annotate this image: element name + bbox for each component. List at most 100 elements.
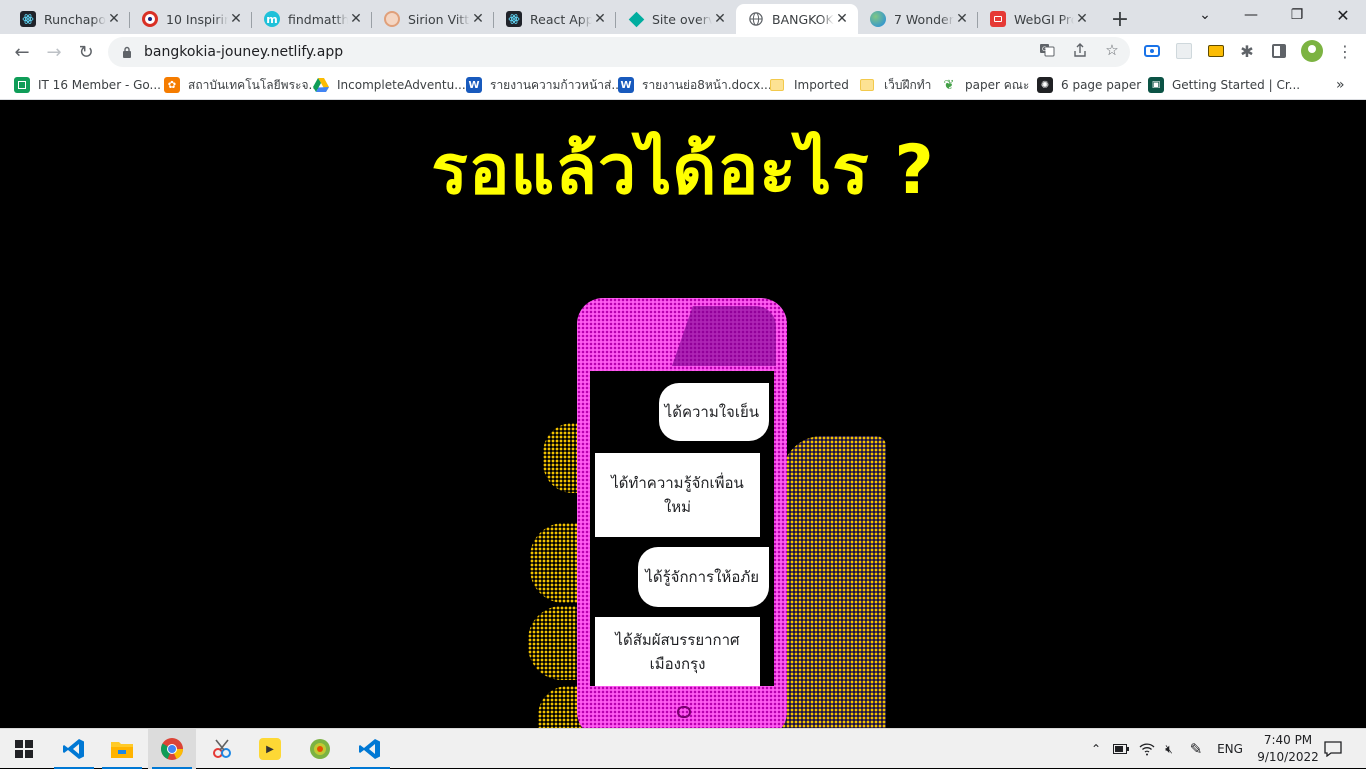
bookmark-label: รายงานความก้าวหน้าส่... [490,77,623,92]
folder-icon [860,79,874,91]
bookmark-incomplete[interactable]: IncompleteAdventu... [313,76,466,94]
page-headline: รอแล้วได้อะไร ? [431,131,935,210]
bookmark-getting-started[interactable]: ▣ Getting Started | Cr... [1148,76,1300,94]
pen-icon[interactable]: ✎ [1184,729,1208,769]
lock-icon[interactable] [122,46,132,58]
screen-capture-extension-icon[interactable] [1143,42,1161,60]
clock-date: 9/10/2022 [1257,750,1319,764]
clock-time: 7:40 PM [1263,733,1313,747]
close-icon[interactable]: ✕ [712,11,728,27]
bookmark-paper-faculty[interactable]: ❦ paper คณะ [941,76,1030,94]
input-language-indicator[interactable]: ENG [1212,729,1248,769]
bookmark-label: 6 page paper [1061,78,1142,92]
tab-findmatthew[interactable]: m findmatthe ✕ [252,4,372,34]
tab-inspiring[interactable]: 10 Inspiring ✕ [130,4,252,34]
circle-icon [384,11,400,27]
tab-7-wonders[interactable]: 7 Wonders ✕ [858,4,978,34]
windows-taskbar: ▶ ⌃ 🔇︎ ✎ ENG 7:40 PM 9/10/2022 [0,728,1366,769]
more-bookmarks-button[interactable]: » [1336,76,1345,94]
close-window-button[interactable]: ✕ [1320,0,1366,30]
tab-strip: Runchapol ✕ 10 Inspiring ✕ m findmatthe … [0,0,1366,34]
crx-icon: ▣ [1148,77,1164,93]
close-icon[interactable]: ✕ [106,11,122,27]
battery-icon[interactable] [1110,729,1132,769]
bookmark-star-icon[interactable]: ☆ [1102,40,1122,60]
bookmark-6-page-paper[interactable]: ✺ 6 page paper [1037,76,1141,94]
bookmark-folder-practice[interactable]: เว็บฝึกทำ [860,76,931,94]
folder-icon [770,79,784,91]
tab-bangkok-active[interactable]: BANGKOK ✕ [736,4,858,34]
react-icon [20,11,36,27]
minimize-button[interactable]: — [1228,0,1274,30]
vscode-taskbar-icon[interactable] [50,729,98,769]
translate-icon[interactable]: G [1037,40,1057,60]
chat-bubble-2: ได้ทำความรู้จักเพื่อนใหม่ [595,453,760,537]
extensions-puzzle-icon[interactable]: ✱ [1238,42,1256,61]
tab-title: Site overvie [652,11,712,27]
chrome-taskbar-icon[interactable] [148,729,196,769]
bookmark-label: เว็บฝึกทำ [884,77,932,92]
tab-title: findmatthe [288,11,348,27]
notification-center-icon[interactable] [1318,729,1348,769]
phone-screen: ได้ความใจเย็น ได้ทำความรู้จักเพื่อนใหม่ … [590,371,774,686]
chat-bubble-1: ได้ความใจเย็น [659,383,769,441]
restore-button[interactable]: ❐ [1274,0,1320,30]
tab-title: Runchapol [44,11,106,27]
tab-runchapol[interactable]: Runchapol ✕ [8,4,130,34]
tab-react-app[interactable]: React App ✕ [494,4,616,34]
bookmark-progress-report[interactable]: W รายงานความก้าวหน้าส่... [466,76,623,94]
folder-extension-icon[interactable] [1207,42,1225,60]
profile-avatar[interactable] [1301,40,1323,62]
file-explorer-taskbar-icon[interactable] [98,729,146,769]
bookmark-folder-imported[interactable]: Imported [770,76,849,94]
leaf-icon: ❦ [943,77,955,93]
close-icon[interactable]: ✕ [954,11,970,27]
close-icon[interactable]: ✕ [1074,11,1090,27]
bookmark-it16[interactable]: IT 16 Member - Go... [14,76,161,94]
close-icon[interactable]: ✕ [228,11,244,27]
bookmark-label: paper คณะ [965,77,1030,92]
back-button[interactable]: ← [8,38,36,66]
close-icon[interactable]: ✕ [470,11,486,27]
snipping-tool-taskbar-icon[interactable] [198,729,246,769]
drive-icon [313,77,329,93]
side-panel-icon[interactable] [1270,42,1288,60]
palm-right [782,436,886,728]
chat-bubble-4: ได้สัมผัสบรรยากาศเมืองกรุง [595,617,760,686]
forward-button[interactable]: → [40,38,68,66]
close-icon[interactable]: ✕ [348,11,364,27]
tab-title: WebGI Pro [1014,11,1074,27]
show-hidden-icons-chevron-icon[interactable]: ⌃ [1086,729,1106,769]
page-content: รอแล้วได้อะไร ? ได้ความใจเย็น ได้ทำความร… [0,101,1366,728]
netlify-icon [628,11,644,27]
earth-icon [870,11,886,27]
tab-title: 10 Inspiring [166,11,228,27]
vscode-second-taskbar-icon[interactable] [346,729,394,769]
wifi-icon[interactable] [1136,729,1158,769]
tab-sirion[interactable]: Sirion Vitta ✕ [372,4,494,34]
url-text[interactable]: bangkokia-jouney.netlify.app [144,44,343,60]
phone-home-button [677,706,691,718]
tab-webgi[interactable]: WebGI Pro ✕ [978,4,1098,34]
grid-extension-icon[interactable] [1175,42,1193,60]
volume-muted-icon[interactable]: 🔇︎ [1158,729,1180,769]
bookmark-label: Imported [794,78,849,92]
start-button[interactable] [0,729,48,769]
bookmark-kmitl[interactable]: ✿ สถาบันเทคโนโลยีพระจ... [164,76,320,94]
tab-site-overview[interactable]: Site overvie ✕ [616,4,736,34]
media-player-taskbar-icon[interactable]: ▶ [246,729,294,769]
address-bar[interactable]: bangkokia-jouney.netlify.app [108,37,1130,67]
system-clock[interactable]: 7:40 PM 9/10/2022 [1252,732,1324,766]
menu-kebab-icon[interactable]: ⋮ [1336,42,1354,61]
chameleon-taskbar-icon[interactable] [296,729,344,769]
react-icon [506,11,522,27]
bookmark-8-page-report[interactable]: W รายงานย่อ8หน้า.docx... [618,76,772,94]
share-icon[interactable] [1070,40,1090,60]
tab-search-button[interactable]: ⌄ [1182,0,1228,30]
new-tab-button[interactable]: + [1106,5,1134,33]
browser-toolbar: ← → ↻ bangkokia-jouney.netlify.app G ☆ ✱… [0,34,1366,70]
close-icon[interactable]: ✕ [834,11,850,27]
close-icon[interactable]: ✕ [592,11,608,27]
reload-button[interactable]: ↻ [72,38,100,66]
chat-bubble-3: ได้รู้จักการให้อภัย [638,547,769,607]
